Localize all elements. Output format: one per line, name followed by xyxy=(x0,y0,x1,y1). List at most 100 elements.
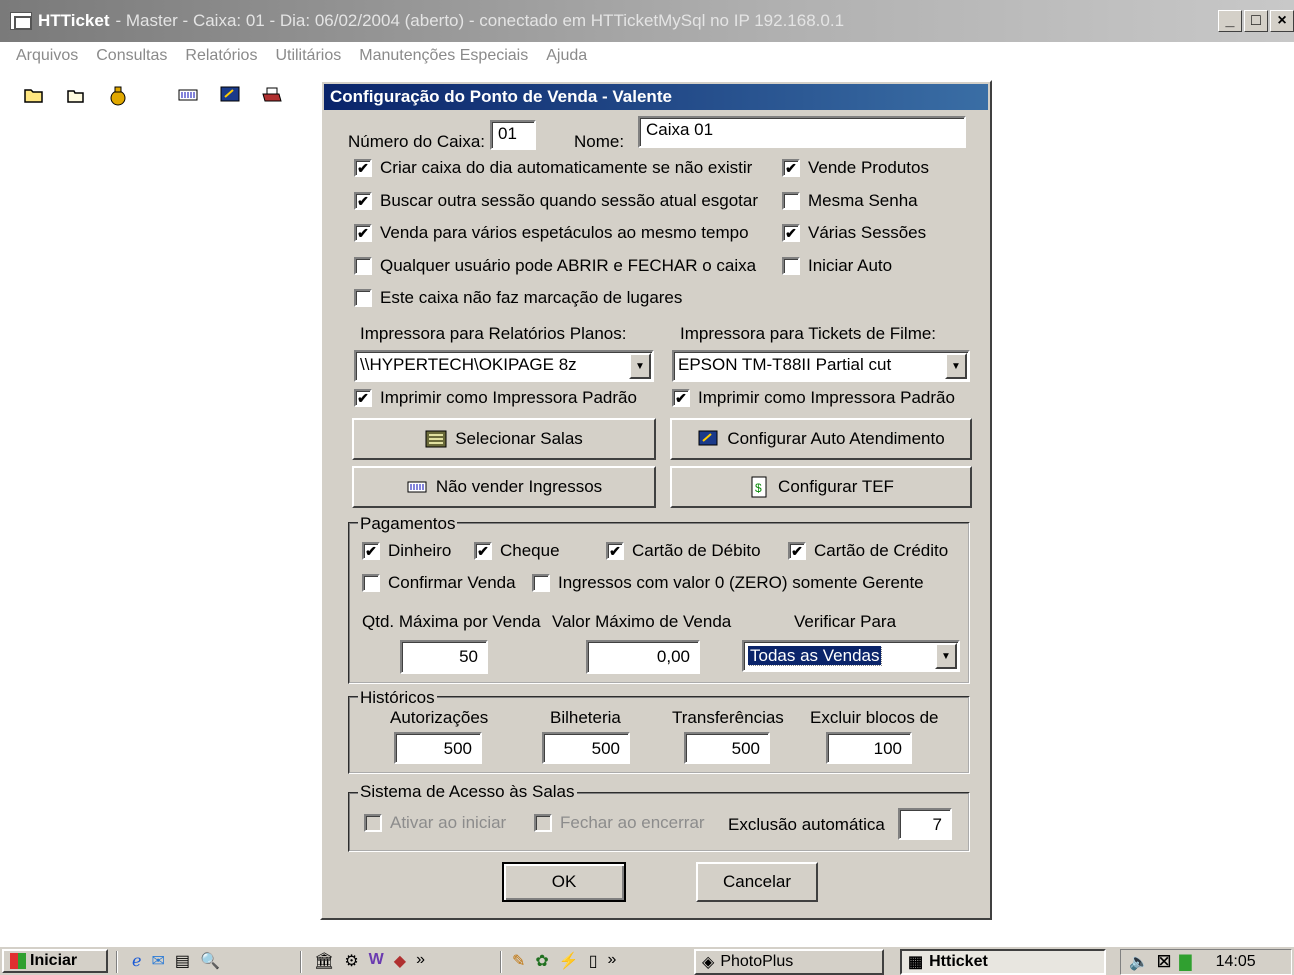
taskbar: Iniciar ℯ ✉ ▤ 🔍 🏛 ⚙ W ◆ » ✎ ✿ ⚡ ▯ » ◈ Ph… xyxy=(0,945,1294,975)
fechar-ao-encerrar-checkbox[interactable]: Fechar ao encerrar xyxy=(534,813,705,833)
taskbar-separator xyxy=(116,951,118,973)
varios-espetaculos-checkbox[interactable]: ✔ Venda para vários espetáculos ao mesmo… xyxy=(354,223,749,243)
printer-reports-label: Impressora para Relatórios Planos: xyxy=(360,324,627,343)
checkbox-check-icon: ✔ xyxy=(354,159,372,177)
printer-tickets-select[interactable]: EPSON TM-T88II Partial cut ▼ xyxy=(672,350,970,382)
notepad-icon[interactable]: ▤ xyxy=(175,951,190,971)
verificar-para-select[interactable]: Todas as Vendas ▼ xyxy=(742,640,960,672)
menu-arquivos[interactable]: Arquivos xyxy=(16,47,78,65)
configurar-auto-atendimento-button[interactable]: Configurar Auto Atendimento xyxy=(670,418,972,460)
varias-sessoes-checkbox[interactable]: ✔ Várias Sessões xyxy=(782,223,926,243)
pagamentos-label: Pagamentos xyxy=(358,514,458,534)
cartao-credito-checkbox[interactable]: ✔ Cartão de Crédito xyxy=(788,541,948,561)
main-window-title-bar: HTTicket - Master - Caixa: 01 - Dia: 06/… xyxy=(0,0,1294,42)
buscar-sessao-checkbox[interactable]: ✔ Buscar outra sessão quando sessão atua… xyxy=(354,191,758,211)
chevron-down-icon[interactable]: ▼ xyxy=(629,353,651,379)
ok-button[interactable]: OK xyxy=(502,862,626,902)
more-chevron-icon[interactable]: » xyxy=(608,951,617,971)
mesma-senha-checkbox[interactable]: Mesma Senha xyxy=(782,191,918,211)
bank-icon[interactable]: 🏛 xyxy=(314,951,334,971)
default-printer-reports-checkbox[interactable]: ✔ Imprimir como Impressora Padrão xyxy=(354,388,637,408)
open-folder-icon[interactable] xyxy=(22,84,46,106)
document-icon[interactable]: ▯ xyxy=(589,951,598,971)
configurar-tef-button[interactable]: $ Configurar TEF xyxy=(670,466,972,508)
diamond-icon[interactable]: ◆ xyxy=(394,951,406,971)
search-icon[interactable]: 🔍 xyxy=(200,951,220,971)
exclusao-automatica-label: Exclusão automática xyxy=(728,815,885,834)
cancelar-button[interactable]: Cancelar xyxy=(696,862,818,902)
nome-input[interactable]: Caixa 01 xyxy=(638,116,966,148)
valor-maximo-input[interactable]: 0,00 xyxy=(586,640,700,674)
ticket-icon[interactable] xyxy=(176,84,200,106)
numero-caixa-input[interactable]: 01 xyxy=(490,120,536,150)
exclusao-automatica-input[interactable]: 7 xyxy=(898,808,952,840)
nome-label: Nome: xyxy=(574,132,625,151)
qtd-maxima-label: Qtd. Máxima por Venda xyxy=(362,612,541,631)
cheque-checkbox[interactable]: ✔ Cheque xyxy=(474,541,560,561)
printer-reports-select[interactable]: \\HYPERTECH\OKIPAGE 8z ▼ xyxy=(354,350,654,382)
menu-relatorios[interactable]: Relatórios xyxy=(185,47,257,65)
internet-explorer-icon[interactable]: ℯ xyxy=(132,951,141,971)
svg-text:$: $ xyxy=(755,481,762,495)
menu-utilitarios[interactable]: Utilitários xyxy=(275,47,341,65)
qualquer-usuario-checkbox[interactable]: Qualquer usuário pode ABRIR e FECHAR o c… xyxy=(354,256,756,276)
autorizacoes-label: Autorizações xyxy=(390,708,489,727)
selecionar-salas-button[interactable]: Selecionar Salas xyxy=(352,418,656,460)
menu-manutencoes[interactable]: Manutenções Especiais xyxy=(359,47,528,65)
system-tray: 🔈 ☒ ▇ 14:05 xyxy=(1120,949,1292,975)
dinheiro-checkbox[interactable]: ✔ Dinheiro xyxy=(362,541,451,561)
start-button[interactable]: Iniciar xyxy=(2,949,108,973)
taskbar-htticket[interactable]: ▦ Htticket xyxy=(900,949,1106,975)
checkbox-check-icon: ✔ xyxy=(362,542,380,560)
maximize-button[interactable]: □ xyxy=(1244,10,1268,32)
menu-consultas[interactable]: Consultas xyxy=(96,47,167,65)
volume-icon[interactable]: 🔈 xyxy=(1129,952,1149,972)
main-window-app-name: HTTicket xyxy=(38,11,110,30)
criar-caixa-checkbox[interactable]: ✔ Criar caixa do dia automaticamente se … xyxy=(354,158,752,178)
iniciar-auto-checkbox[interactable]: Iniciar Auto xyxy=(782,256,892,276)
network-x-icon[interactable]: ☒ xyxy=(1157,952,1171,972)
folder-icon[interactable] xyxy=(64,84,88,106)
brush-icon[interactable]: ✎ xyxy=(512,951,525,971)
checkbox-check-icon: ✔ xyxy=(354,389,372,407)
marcacao-lugares-checkbox[interactable]: Este caixa não faz marcação de lugares xyxy=(354,288,682,308)
lightning-icon[interactable]: ⚡ xyxy=(559,951,579,971)
vende-produtos-checkbox[interactable]: ✔ Vende Produtos xyxy=(782,158,929,178)
checkbox-check-icon: ✔ xyxy=(354,224,372,242)
excluir-blocos-input[interactable]: 100 xyxy=(826,732,912,764)
minimize-button[interactable]: _ xyxy=(1218,10,1242,32)
ingressos-zero-checkbox[interactable]: Ingressos com valor 0 (ZERO) somente Ger… xyxy=(532,573,924,593)
chart-icon[interactable]: ▇ xyxy=(1179,952,1191,972)
default-printer-tickets-checkbox[interactable]: ✔ Imprimir como Impressora Padrão xyxy=(672,388,955,408)
config-dialog: Configuração do Ponto de Venda - Valente… xyxy=(320,80,992,920)
money-bag-icon[interactable] xyxy=(106,84,130,106)
outlook-icon[interactable]: ✉ xyxy=(151,951,164,971)
monitor-icon[interactable] xyxy=(218,84,242,106)
word-icon[interactable]: W xyxy=(369,951,384,971)
main-toolbar xyxy=(0,70,322,120)
nao-vender-ingressos-button[interactable]: Não vender Ingressos xyxy=(352,466,656,508)
more-chevron-icon[interactable]: » xyxy=(416,951,425,971)
transferencias-label: Transferências xyxy=(672,708,784,727)
checkbox-check-icon: ✔ xyxy=(782,159,800,177)
valor-maximo-label: Valor Máximo de Venda xyxy=(552,612,732,631)
chevron-down-icon[interactable]: ▼ xyxy=(945,353,967,379)
bilheteria-label: Bilheteria xyxy=(550,708,621,727)
main-window-title-text: - Master - Caixa: 01 - Dia: 06/02/2004 (… xyxy=(115,11,845,30)
close-button[interactable]: × xyxy=(1270,10,1294,32)
tool-icon[interactable]: ⚙ xyxy=(344,951,358,971)
bilheteria-input[interactable]: 500 xyxy=(542,732,630,764)
confirmar-venda-checkbox[interactable]: Confirmar Venda xyxy=(362,573,516,593)
paint-icon[interactable]: ✿ xyxy=(535,951,548,971)
taskbar-photoplus[interactable]: ◈ PhotoPlus xyxy=(694,949,884,975)
chevron-down-icon[interactable]: ▼ xyxy=(935,643,957,669)
printer-icon[interactable] xyxy=(260,84,284,106)
ativar-ao-iniciar-checkbox[interactable]: Ativar ao iniciar xyxy=(364,813,506,833)
transferencias-input[interactable]: 500 xyxy=(684,732,770,764)
autorizacoes-input[interactable]: 500 xyxy=(394,732,482,764)
checkbox-check-icon: ✔ xyxy=(474,542,492,560)
menu-ajuda[interactable]: Ajuda xyxy=(546,47,587,65)
qtd-maxima-input[interactable]: 50 xyxy=(400,640,488,674)
theater-seats-icon xyxy=(425,429,447,449)
cartao-debito-checkbox[interactable]: ✔ Cartão de Débito xyxy=(606,541,761,561)
